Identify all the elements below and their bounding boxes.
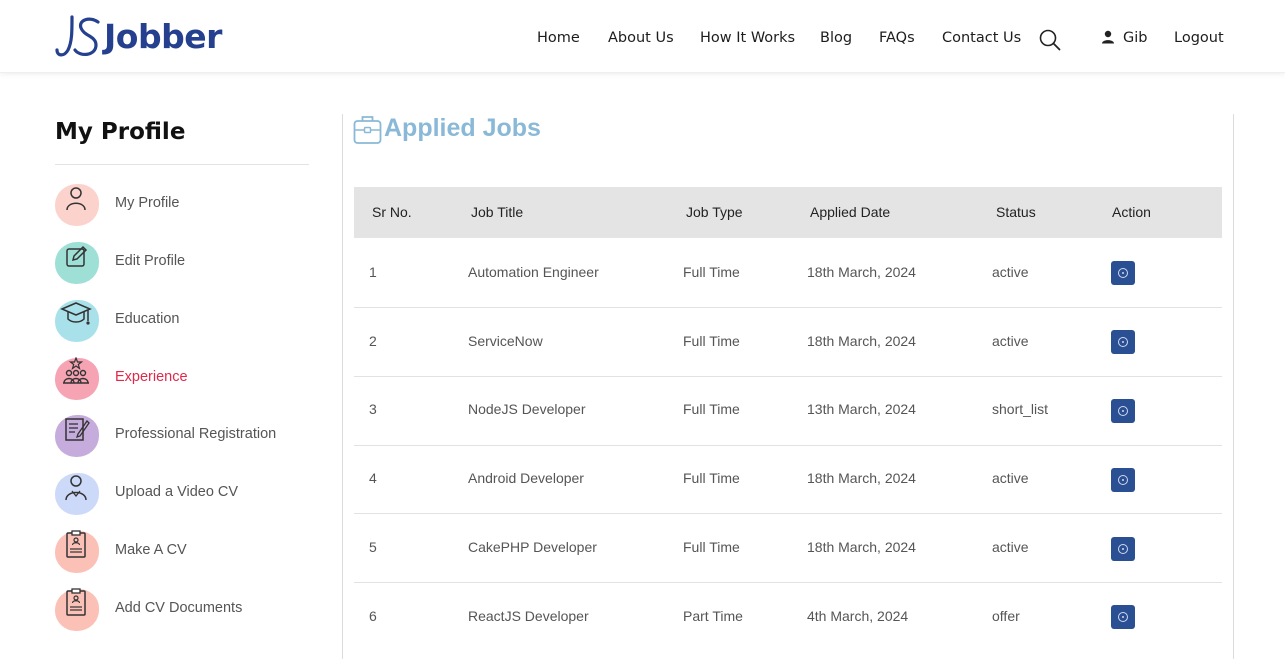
- view-application-button[interactable]: [1111, 261, 1135, 285]
- sidebar-item-my-profile[interactable]: My Profile: [53, 183, 313, 227]
- content-right-border: [1233, 114, 1234, 659]
- js-logo-mark-icon: [55, 15, 100, 57]
- view-application-button[interactable]: [1111, 537, 1135, 561]
- column-header-job-type: Job Type: [686, 204, 743, 220]
- cell-status: offer: [992, 608, 1020, 624]
- sidebar-item-label: Education: [115, 311, 180, 327]
- column-header-applied-date: Applied Date: [810, 204, 891, 220]
- cell-status: active: [992, 264, 1029, 280]
- cell-status: active: [992, 333, 1029, 349]
- column-header-status: Status: [996, 204, 1036, 220]
- sidebar-item-label: Upload a Video CV: [115, 484, 239, 500]
- sidebar-title: My Profile: [55, 119, 186, 145]
- view-application-button[interactable]: [1111, 468, 1135, 492]
- user-icon: [66, 187, 86, 211]
- cell-job-type: Part Time: [683, 608, 743, 624]
- cell-status: active: [992, 470, 1029, 486]
- cell-applied-date: 13th March, 2024: [807, 401, 916, 417]
- cell-job-title: CakePHP Developer: [468, 539, 597, 555]
- column-header-sr-no: Sr No.: [372, 204, 412, 220]
- cell-job-type: Full Time: [683, 264, 740, 280]
- cell-sr-no: 1: [369, 264, 377, 280]
- sidebar-item-education[interactable]: Education: [53, 299, 313, 343]
- cell-applied-date: 18th March, 2024: [807, 264, 916, 280]
- cell-applied-date: 18th March, 2024: [807, 539, 916, 555]
- logout-link[interactable]: Logout: [1174, 26, 1224, 50]
- table-row: 1 Automation Engineer Full Time 18th Mar…: [354, 239, 1222, 308]
- view-icon: [1118, 612, 1128, 622]
- cell-job-title: ReactJS Developer: [468, 608, 589, 624]
- cell-sr-no: 4: [369, 470, 377, 486]
- sidebar-item-label: Edit Profile: [115, 253, 186, 269]
- cell-sr-no: 5: [369, 539, 377, 555]
- sidebar-item-edit-profile[interactable]: Edit Profile: [53, 241, 313, 285]
- sidebar-item-add-cv-documents[interactable]: Add CV Documents: [53, 588, 313, 632]
- sidebar-item-upload-video-cv[interactable]: Upload a Video CV: [53, 472, 313, 516]
- view-application-button[interactable]: [1111, 330, 1135, 354]
- nav-blog[interactable]: Blog: [820, 26, 852, 50]
- sidebar-item-make-cv[interactable]: Make A CV: [53, 530, 313, 574]
- cell-applied-date: 4th March, 2024: [807, 608, 909, 624]
- view-application-button[interactable]: [1111, 399, 1135, 423]
- brand-name: Jobber: [104, 16, 222, 56]
- sidebar-item-experience[interactable]: Experience: [53, 357, 313, 401]
- cell-job-title: Automation Engineer: [468, 264, 599, 280]
- column-header-job-title: Job Title: [471, 204, 524, 220]
- view-application-button[interactable]: [1111, 605, 1135, 629]
- search-icon[interactable]: [1039, 29, 1061, 51]
- user-icon: [1102, 30, 1114, 44]
- user-name-link[interactable]: Gib: [1123, 26, 1147, 50]
- table-row: 6 ReactJS Developer Part Time 4th March,…: [354, 583, 1222, 652]
- sidebar-item-label: Experience: [115, 369, 188, 385]
- cell-status: short_list: [992, 401, 1049, 417]
- cell-sr-no: 3: [369, 401, 377, 417]
- view-icon: [1118, 268, 1128, 278]
- cell-job-type: Full Time: [683, 470, 740, 486]
- team-star-icon: [63, 357, 89, 384]
- table-row: 2 ServiceNow Full Time 18th March, 2024 …: [354, 308, 1222, 377]
- cv-document-icon: [66, 530, 86, 558]
- cell-job-title: Android Developer: [468, 470, 584, 486]
- sidebar-divider: [55, 164, 309, 165]
- view-icon: [1118, 406, 1128, 416]
- table-row: 4 Android Developer Full Time 18th March…: [354, 445, 1222, 514]
- person-video-icon: [65, 475, 87, 501]
- sidebar-item-label: Add CV Documents: [115, 600, 243, 616]
- view-icon: [1118, 475, 1128, 485]
- cell-applied-date: 18th March, 2024: [807, 333, 916, 349]
- column-header-action: Action: [1112, 204, 1151, 220]
- briefcase-icon: [353, 116, 382, 144]
- nav-faqs[interactable]: FAQs: [879, 26, 915, 50]
- sidebar-item-professional-registration[interactable]: Professional Registration: [53, 414, 313, 458]
- registration-form-icon: [65, 418, 90, 441]
- view-icon: [1118, 544, 1128, 554]
- applied-jobs-table-header: Sr No. Job Title Job Type Applied Date S…: [354, 187, 1222, 238]
- view-icon: [1118, 337, 1128, 347]
- cv-documents-icon: [66, 588, 86, 616]
- nav-how-it-works[interactable]: How It Works: [700, 26, 795, 50]
- cell-job-title: NodeJS Developer: [468, 401, 586, 417]
- cell-applied-date: 18th March, 2024: [807, 470, 916, 486]
- table-row: 5 CakePHP Developer Full Time 18th March…: [354, 514, 1222, 583]
- cell-sr-no: 6: [369, 608, 377, 624]
- table-row: 3 NodeJS Developer Full Time 13th March,…: [354, 377, 1222, 446]
- page-title: Applied Jobs: [384, 114, 541, 142]
- cell-job-type: Full Time: [683, 401, 740, 417]
- site-logo[interactable]: Jobber: [54, 14, 222, 58]
- cell-job-title: ServiceNow: [468, 333, 543, 349]
- cell-job-type: Full Time: [683, 539, 740, 555]
- site-header: Jobber Home About Us How It Works Blog F…: [0, 0, 1285, 73]
- cell-sr-no: 2: [369, 333, 377, 349]
- sidebar-item-label: Professional Registration: [115, 426, 277, 442]
- graduation-cap-icon: [60, 302, 92, 325]
- nav-contact-us[interactable]: Contact Us: [942, 26, 1021, 50]
- cell-status: active: [992, 539, 1029, 555]
- nav-home[interactable]: Home: [537, 26, 580, 50]
- nav-about-us[interactable]: About Us: [608, 26, 674, 50]
- sidebar-item-label: Make A CV: [115, 542, 187, 558]
- content-left-border: [342, 114, 343, 659]
- sidebar-item-label: My Profile: [115, 195, 180, 211]
- cell-job-type: Full Time: [683, 333, 740, 349]
- edit-icon: [66, 245, 88, 267]
